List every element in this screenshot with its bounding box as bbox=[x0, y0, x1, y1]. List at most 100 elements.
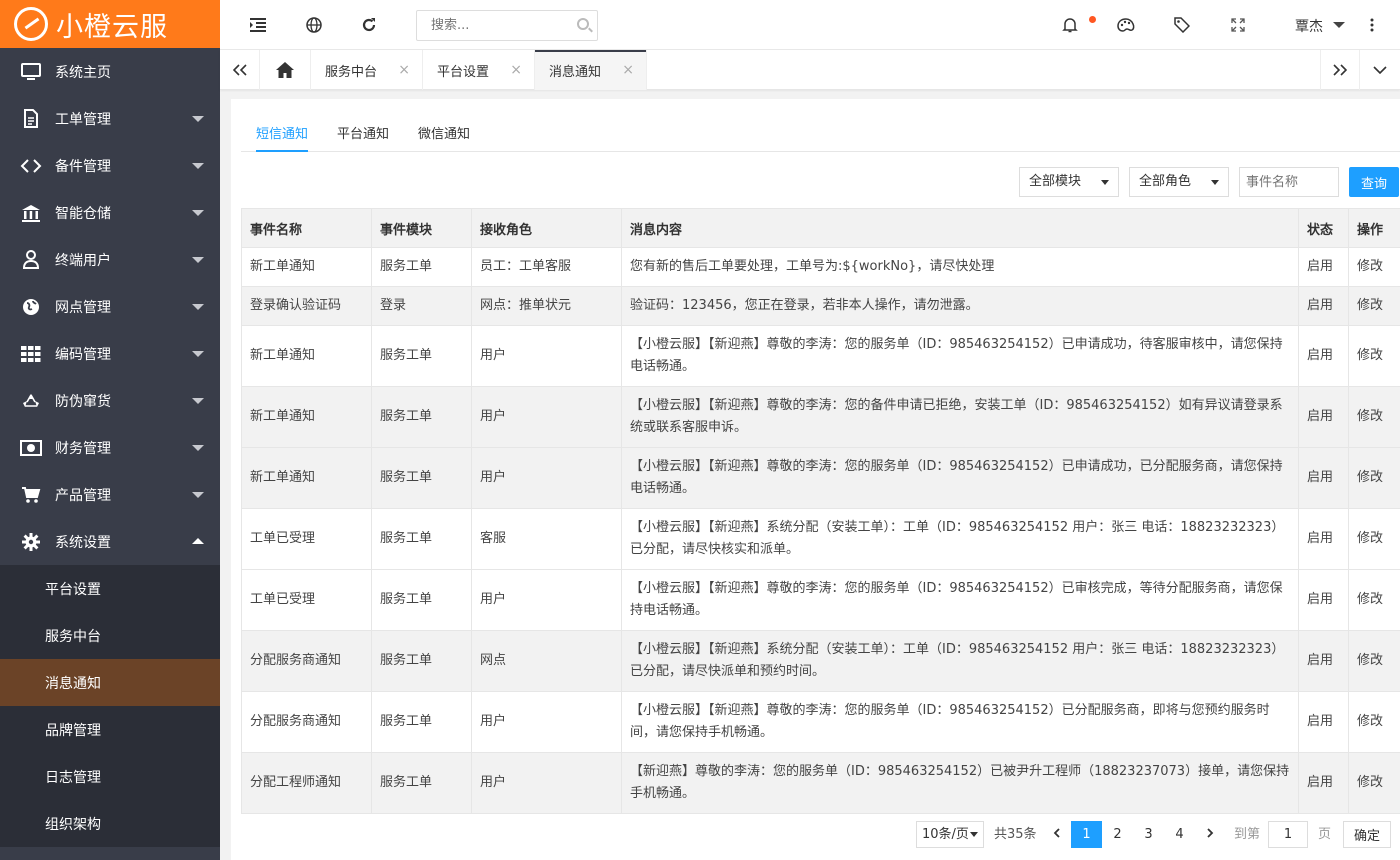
status-toggle[interactable]: 启用 bbox=[1298, 508, 1349, 570]
tab-platform-settings[interactable]: 平台设置 × bbox=[423, 50, 535, 90]
tab-service-center[interactable]: 服务中台 × bbox=[311, 50, 423, 90]
search-box bbox=[416, 10, 598, 41]
user-name[interactable]: 覃杰 bbox=[1295, 16, 1323, 36]
submenu-item-platform-settings[interactable]: 平台设置 bbox=[0, 565, 220, 612]
message-content-cell: 【小橙云服】【新迎燕】尊敬的李涛：您的服务单（ID：985463254152）已… bbox=[621, 325, 1299, 387]
next-page-icon[interactable] bbox=[1195, 821, 1226, 848]
tab-scroll-right-icon[interactable] bbox=[1320, 50, 1360, 90]
goto-page-input[interactable] bbox=[1268, 821, 1308, 848]
sidebar-item-workorder[interactable]: 工单管理 bbox=[0, 95, 220, 142]
caret-down-icon[interactable] bbox=[1333, 22, 1345, 28]
sidebar-item-coding[interactable]: 编码管理 bbox=[0, 330, 220, 377]
globe-icon[interactable] bbox=[302, 13, 326, 37]
edit-link[interactable]: 修改 bbox=[1348, 569, 1400, 631]
tab-menu-chevron-down-icon[interactable] bbox=[1360, 50, 1400, 90]
status-toggle[interactable]: 启用 bbox=[1298, 752, 1349, 814]
search-input[interactable] bbox=[417, 11, 567, 40]
logo[interactable]: 小橙云服 bbox=[0, 0, 220, 48]
search-icon[interactable] bbox=[577, 18, 589, 30]
sidebar-item-label: 工单管理 bbox=[55, 111, 111, 128]
sidebar-item-label: 防伪窜货 bbox=[55, 393, 111, 410]
edit-link[interactable]: 修改 bbox=[1348, 247, 1400, 287]
edit-link[interactable]: 修改 bbox=[1348, 286, 1400, 326]
status-toggle[interactable]: 启用 bbox=[1298, 286, 1349, 326]
event-name-cell: 登录确认验证码 bbox=[241, 286, 372, 326]
sidebar-item-outlets[interactable]: 网点管理 bbox=[0, 283, 220, 330]
message-content-cell: 【小橙云服】【新迎燕】系统分配（安装工单）：工单（ID：985463254152… bbox=[621, 630, 1299, 692]
status-toggle[interactable]: 启用 bbox=[1298, 247, 1349, 287]
logo-text: 小橙云服 bbox=[56, 11, 168, 43]
tab-scroll-left-icon[interactable] bbox=[220, 50, 260, 90]
module-select[interactable]: 全部模块 bbox=[1019, 167, 1119, 197]
menu-fold-icon[interactable] bbox=[246, 13, 270, 37]
edit-link[interactable]: 修改 bbox=[1348, 691, 1400, 753]
sidebar-item-system-settings[interactable]: 系统设置 bbox=[0, 518, 220, 565]
sidebar-item-end-users[interactable]: 终端用户 bbox=[0, 236, 220, 283]
status-toggle[interactable]: 启用 bbox=[1298, 386, 1349, 448]
edit-link[interactable]: 修改 bbox=[1348, 386, 1400, 448]
page-number[interactable]: 4 bbox=[1164, 821, 1195, 848]
bell-icon[interactable] bbox=[1058, 13, 1082, 37]
event-name-cell: 分配服务商通知 bbox=[241, 630, 372, 692]
receiver-role-cell: 用户 bbox=[471, 569, 622, 631]
query-button[interactable]: 查询 bbox=[1349, 167, 1399, 197]
edit-link[interactable]: 修改 bbox=[1348, 630, 1400, 692]
tab-platform-notification[interactable]: 平台通知 bbox=[337, 123, 389, 152]
tag-icon[interactable] bbox=[1170, 13, 1194, 37]
close-icon[interactable]: × bbox=[510, 62, 522, 78]
event-name-cell: 新工单通知 bbox=[241, 247, 372, 287]
refresh-icon[interactable] bbox=[357, 13, 381, 37]
page-number[interactable]: 1 bbox=[1071, 821, 1102, 848]
edit-link[interactable]: 修改 bbox=[1348, 508, 1400, 570]
home-icon[interactable] bbox=[260, 50, 311, 90]
edit-link[interactable]: 修改 bbox=[1348, 325, 1400, 387]
submenu-item-log-management[interactable]: 日志管理 bbox=[0, 753, 220, 800]
status-toggle[interactable]: 启用 bbox=[1298, 569, 1349, 631]
status-toggle[interactable]: 启用 bbox=[1298, 325, 1349, 387]
status-toggle[interactable]: 启用 bbox=[1298, 447, 1349, 509]
sidebar-item-home[interactable]: 系统主页 bbox=[0, 48, 220, 95]
sidebar-item-finance[interactable]: 财务管理 bbox=[0, 424, 220, 471]
cart-icon bbox=[20, 485, 42, 505]
page-number[interactable]: 3 bbox=[1133, 821, 1164, 848]
tab-label: 消息通知 bbox=[549, 64, 602, 80]
fullscreen-icon[interactable] bbox=[1226, 13, 1250, 37]
tab-message-notification[interactable]: 消息通知 × bbox=[535, 50, 647, 90]
page-number[interactable]: 2 bbox=[1102, 821, 1133, 848]
submenu-item-message-notification[interactable]: 消息通知 bbox=[0, 659, 220, 706]
palette-icon[interactable] bbox=[1114, 13, 1138, 37]
status-toggle[interactable]: 启用 bbox=[1298, 630, 1349, 692]
logo-icon bbox=[14, 7, 48, 41]
table-row: 分配服务商通知 服务工单 用户 【小橙云服】【新迎燕】尊敬的李涛：您的服务单（I… bbox=[241, 691, 1400, 753]
sidebar-item-warehouse[interactable]: 智能仓储 bbox=[0, 189, 220, 236]
close-icon[interactable]: × bbox=[622, 62, 634, 78]
sidebar-item-label: 系统主页 bbox=[55, 64, 111, 81]
edit-link[interactable]: 修改 bbox=[1348, 752, 1400, 814]
system-settings-submenu: 平台设置 服务中台 消息通知 品牌管理 日志管理 组织架构 bbox=[0, 565, 220, 847]
column-header: 事件名称 bbox=[241, 208, 372, 248]
column-header: 事件模块 bbox=[371, 208, 472, 248]
submenu-item-brand-management[interactable]: 品牌管理 bbox=[0, 706, 220, 753]
receiver-role-cell: 网点：推单状元 bbox=[471, 286, 622, 326]
close-icon[interactable]: × bbox=[398, 62, 410, 78]
sidebar-item-label: 智能仓储 bbox=[55, 205, 111, 222]
submenu-item-service-center[interactable]: 服务中台 bbox=[0, 612, 220, 659]
event-name-input[interactable] bbox=[1239, 167, 1339, 197]
prev-page-icon[interactable] bbox=[1041, 821, 1072, 848]
submenu-item-organization[interactable]: 组织架构 bbox=[0, 800, 220, 847]
table-row: 新工单通知 服务工单 用户 【小橙云服】【新迎燕】尊敬的李涛：您的备件申请已拒绝… bbox=[241, 386, 1400, 448]
tab-sms-notification[interactable]: 短信通知 bbox=[256, 123, 309, 152]
edit-link[interactable]: 修改 bbox=[1348, 447, 1400, 509]
status-toggle[interactable]: 启用 bbox=[1298, 691, 1349, 753]
sidebar-item-products[interactable]: 产品管理 bbox=[0, 471, 220, 518]
tab-wechat-notification[interactable]: 微信通知 bbox=[418, 123, 470, 152]
table-row: 工单已受理 服务工单 用户 【小橙云服】【新迎燕】尊敬的李涛：您的服务单（ID：… bbox=[241, 569, 1400, 631]
event-name-cell: 分配工程师通知 bbox=[241, 752, 372, 814]
role-select[interactable]: 全部角色 bbox=[1129, 167, 1229, 197]
sidebar-item-spare-parts[interactable]: 备件管理 bbox=[0, 142, 220, 189]
receiver-role-cell: 员工：工单客服 bbox=[471, 247, 622, 287]
more-vertical-icon[interactable] bbox=[1360, 13, 1384, 37]
goto-confirm-button[interactable]: 确定 bbox=[1343, 821, 1391, 848]
page-size-select[interactable]: 10条/页 bbox=[916, 821, 984, 848]
sidebar-item-anti-counterfeit[interactable]: 防伪窜货 bbox=[0, 377, 220, 424]
